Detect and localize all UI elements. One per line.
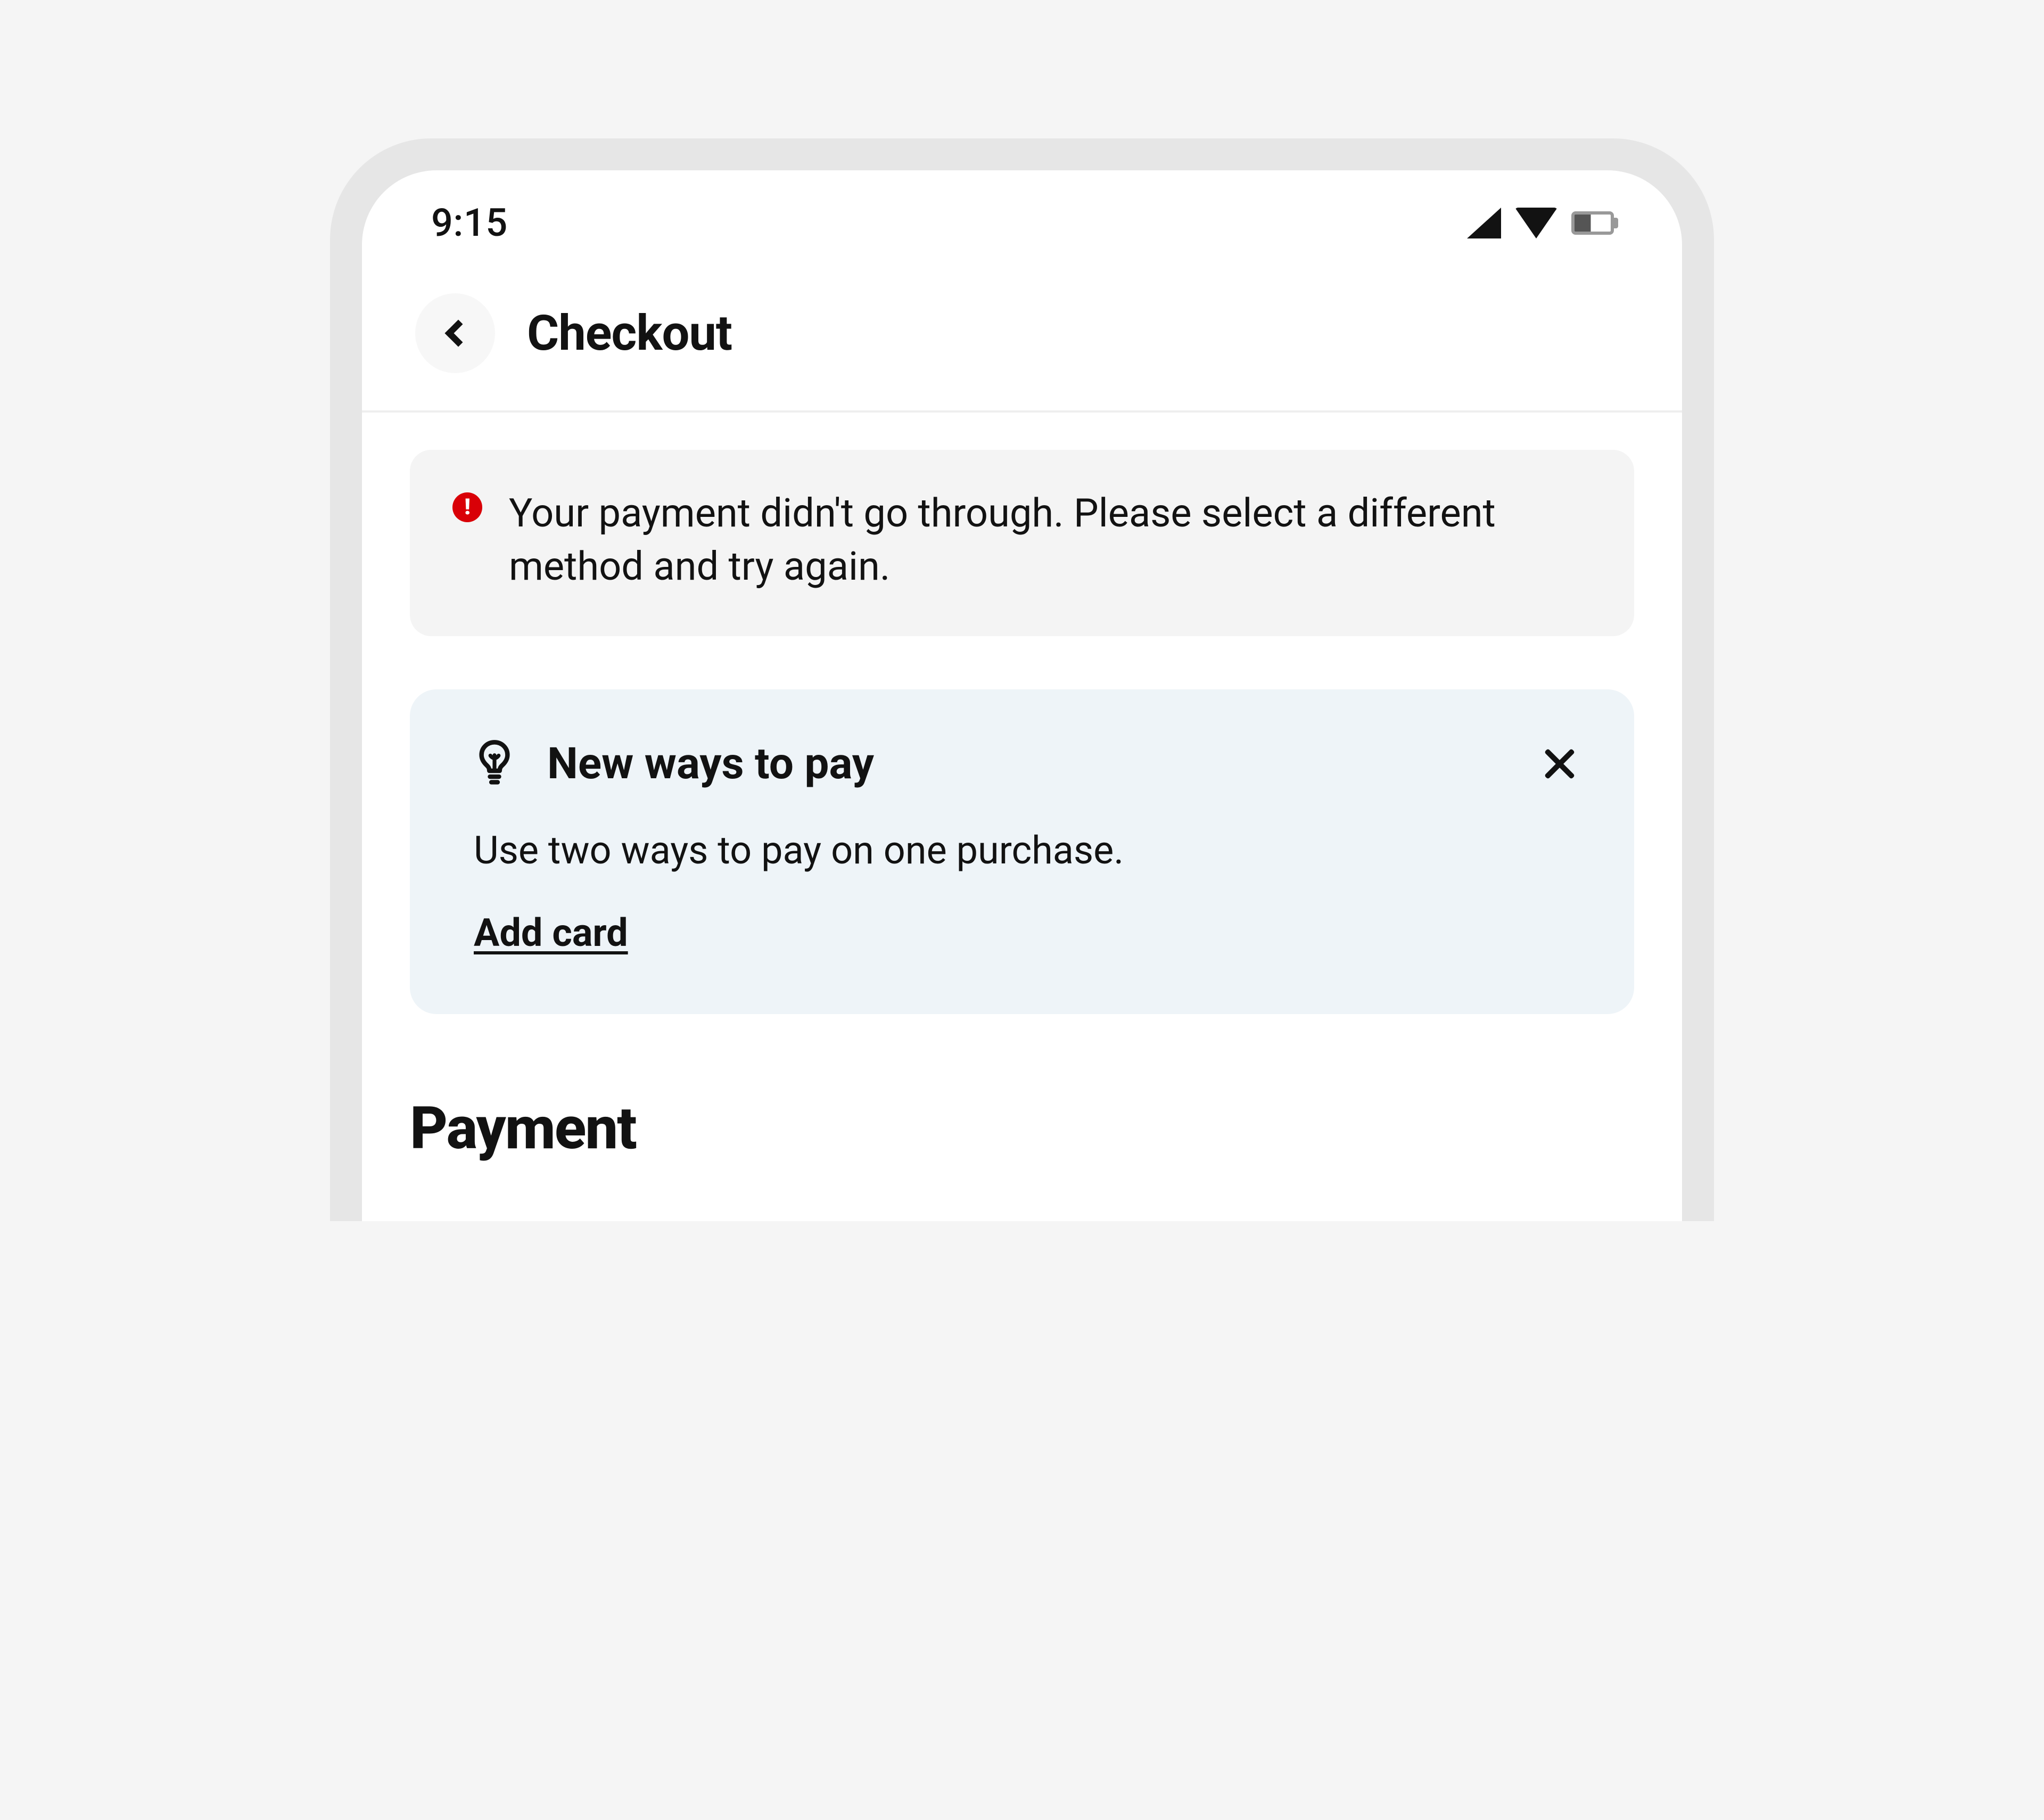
app-bar: Checkout xyxy=(362,261,1682,410)
back-button[interactable] xyxy=(415,293,495,373)
new-ways-to-pay-card: New ways to pay Use two ways to pay on o… xyxy=(410,689,1634,1014)
wifi-icon xyxy=(1515,208,1557,238)
status-bar: 9:15 xyxy=(362,170,1682,261)
lightbulb-icon xyxy=(474,737,515,790)
close-icon xyxy=(1544,748,1576,780)
dismiss-info-card-button[interactable] xyxy=(1538,743,1581,785)
chevron-left-icon xyxy=(445,320,472,347)
content-area: ! Your payment didn't go through. Please… xyxy=(362,413,1682,1221)
info-card-title: New ways to pay xyxy=(547,738,874,789)
add-card-link[interactable]: Add card xyxy=(474,910,628,956)
cellular-signal-icon xyxy=(1467,208,1501,238)
payment-section-title: Payment xyxy=(410,1094,1634,1221)
page-title: Checkout xyxy=(527,305,732,362)
error-icon: ! xyxy=(452,492,482,522)
screen: 9:15 Checkout ! Your payment didn't go xyxy=(362,170,1682,1221)
device-frame: 9:15 Checkout ! Your payment didn't go xyxy=(330,138,1714,1221)
status-time: 9:15 xyxy=(431,200,508,245)
status-icons xyxy=(1467,208,1618,238)
alert-message: Your payment didn't go through. Please s… xyxy=(509,487,1592,594)
info-card-header: New ways to pay xyxy=(474,737,1581,790)
payment-error-alert: ! Your payment didn't go through. Please… xyxy=(410,450,1634,636)
battery-icon xyxy=(1571,211,1618,235)
info-card-body: Use two ways to pay on one purchase. xyxy=(474,828,1581,873)
